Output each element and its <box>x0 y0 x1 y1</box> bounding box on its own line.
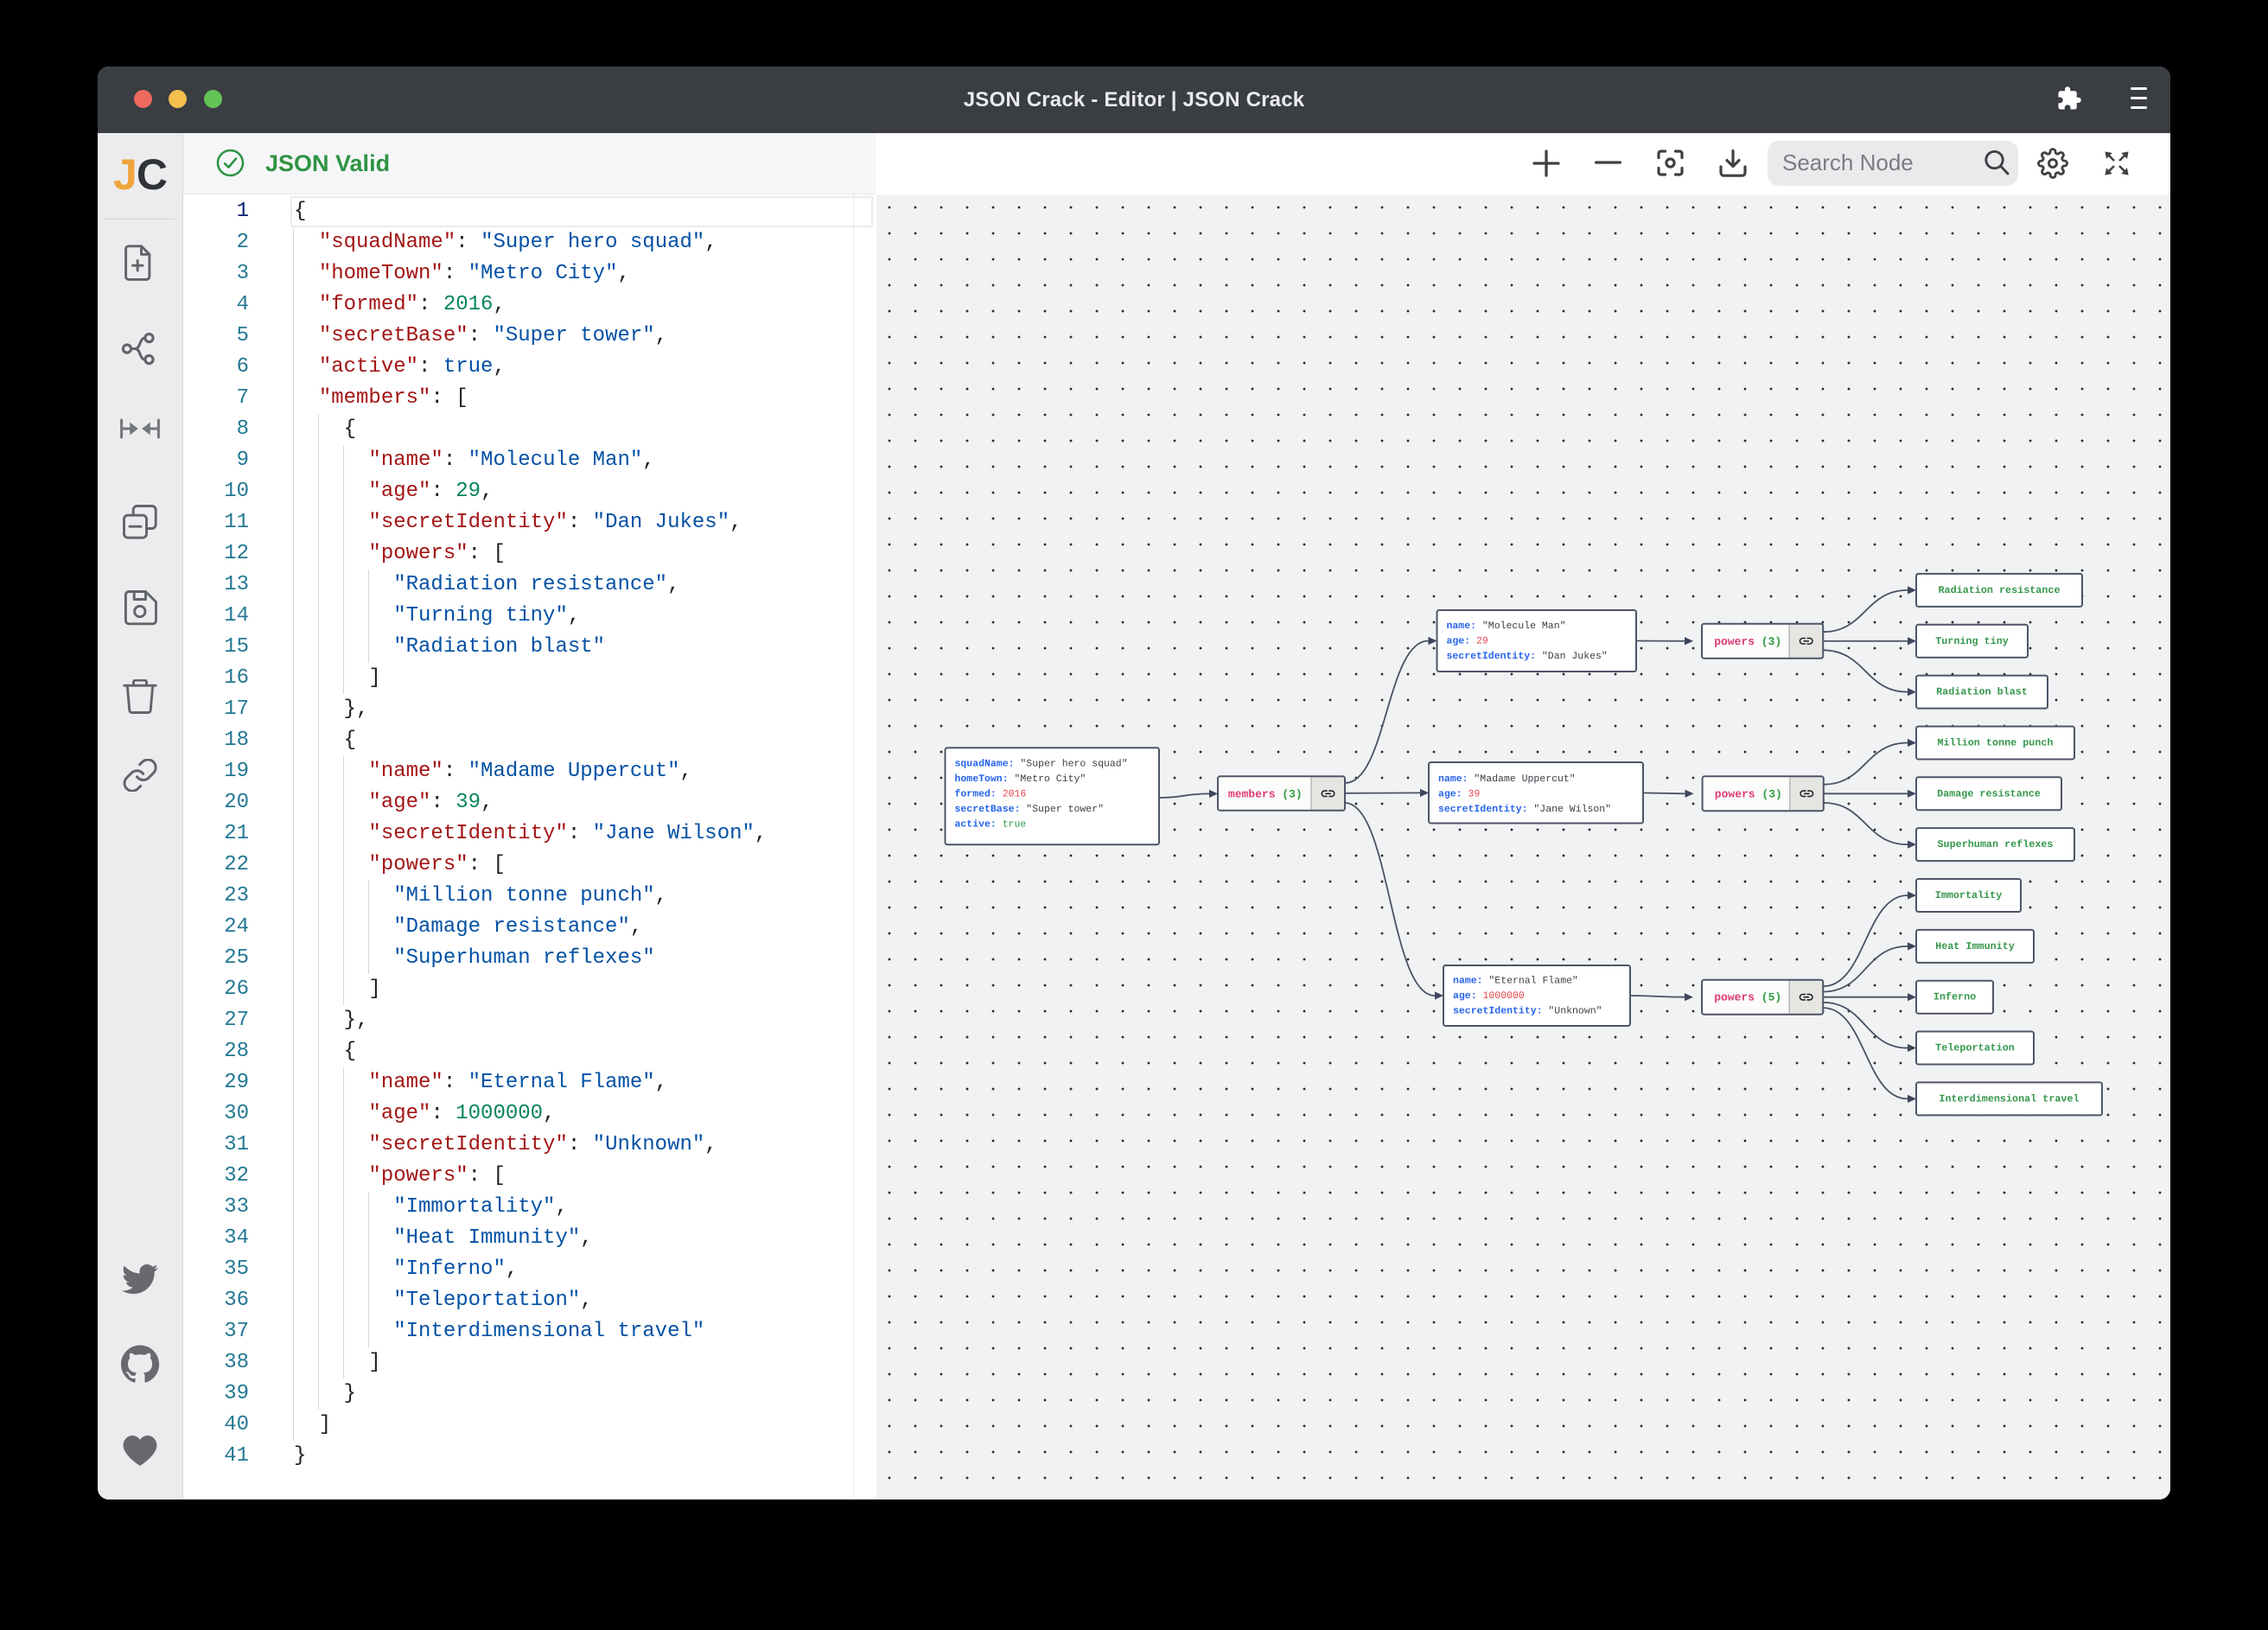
svg-text:powers(3): powers(3) <box>1715 787 1782 800</box>
svg-text:Radiation blast: Radiation blast <box>1936 686 2028 698</box>
svg-text:members(3): members(3) <box>1228 787 1303 800</box>
svg-text:Immortality: Immortality <box>1935 889 2003 901</box>
svg-text:name:"Madame Uppercut": name:"Madame Uppercut" <box>1438 773 1576 784</box>
svg-text:homeTown:"Metro City": homeTown:"Metro City" <box>955 773 1086 784</box>
svg-text:Damage resistance: Damage resistance <box>1937 787 2041 799</box>
svg-text:formed:2016: formed:2016 <box>955 788 1027 799</box>
svg-text:Superhuman reflexes: Superhuman reflexes <box>1938 838 2054 850</box>
svg-text:secretIdentity:"Dan Jukes": secretIdentity:"Dan Jukes" <box>1447 651 1608 662</box>
svg-text:age:39: age:39 <box>1438 788 1480 799</box>
svg-text:squadName:"Super hero squad": squadName:"Super hero squad" <box>955 758 1128 769</box>
svg-text:name:"Molecule Man": name:"Molecule Man" <box>1447 620 1566 631</box>
svg-text:Interdimensional travel: Interdimensional travel <box>1939 1092 2079 1105</box>
svg-text:secretIdentity:"Unknown": secretIdentity:"Unknown" <box>1453 1005 1602 1016</box>
svg-text:Radiation resistance: Radiation resistance <box>1938 584 2060 596</box>
svg-text:Million tonne punch: Million tonne punch <box>1938 736 2054 748</box>
svg-text:Teleportation: Teleportation <box>1935 1042 2015 1054</box>
svg-text:Heat Immunity: Heat Immunity <box>1935 940 2015 952</box>
svg-text:powers(3): powers(3) <box>1714 634 1781 647</box>
svg-text:name:"Eternal Flame": name:"Eternal Flame" <box>1453 975 1578 986</box>
svg-text:age:1000000: age:1000000 <box>1453 990 1525 1002</box>
svg-text:secretIdentity:"Jane Wilson": secretIdentity:"Jane Wilson" <box>1438 804 1611 815</box>
svg-text:secretBase:"Super tower": secretBase:"Super tower" <box>955 804 1105 815</box>
svg-text:age:29: age:29 <box>1447 635 1488 646</box>
svg-text:Turning tiny: Turning tiny <box>1935 635 2009 647</box>
svg-text:powers(5): powers(5) <box>1714 990 1781 1003</box>
svg-text:active:true: active:true <box>955 818 1027 830</box>
svg-text:Inferno: Inferno <box>1934 991 1976 1003</box>
